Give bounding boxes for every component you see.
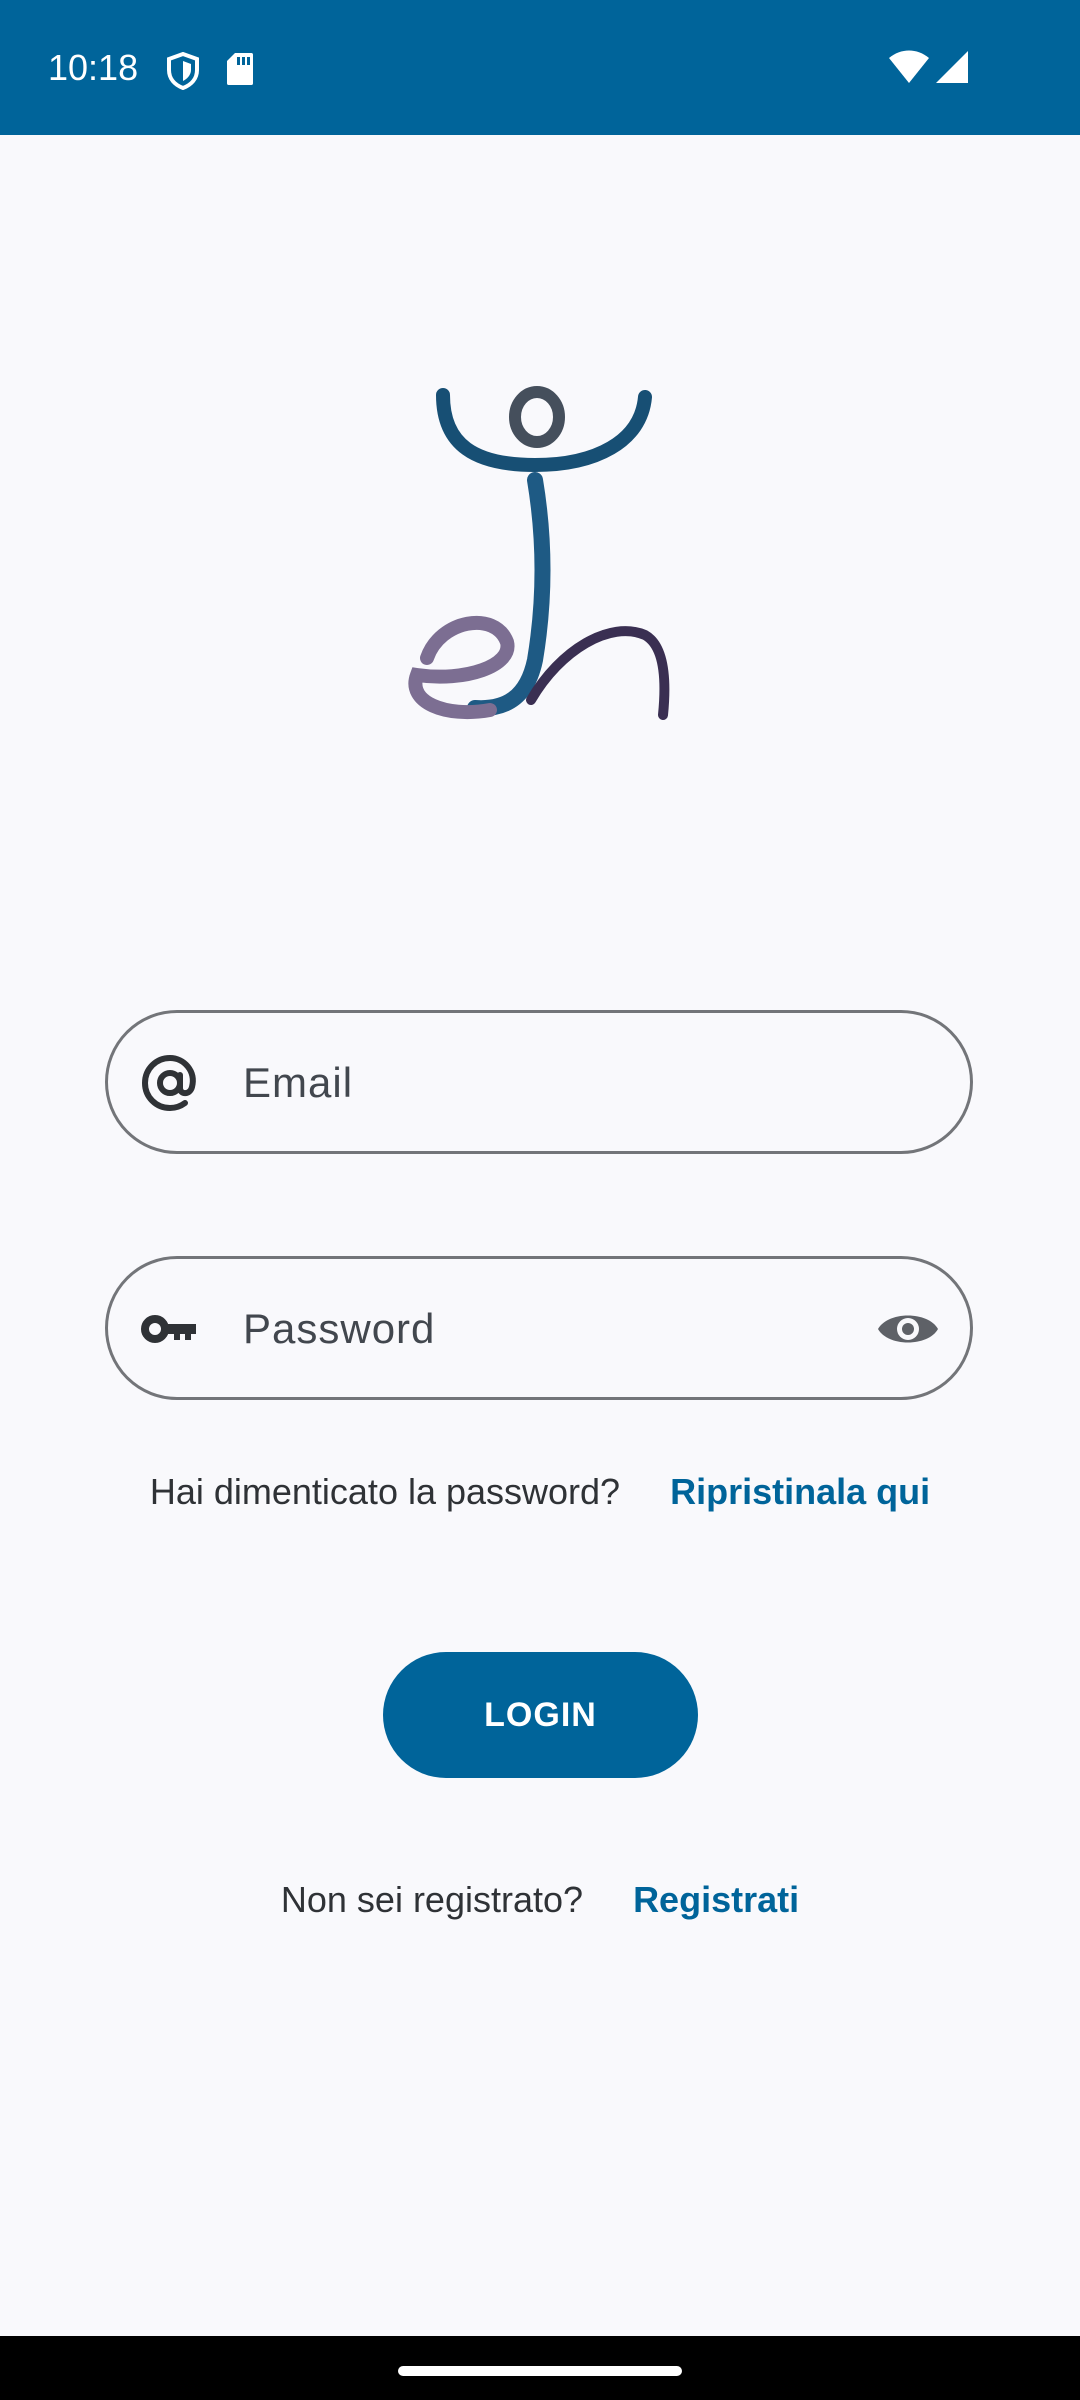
key-icon (141, 1315, 196, 1343)
register-row: Non sei registrato? Registrati (0, 1876, 1080, 1924)
email-field[interactable]: Email (105, 1010, 973, 1154)
login-button[interactable]: LOGIN (383, 1652, 698, 1778)
forgot-password-row: Hai dimenticato la password? Ripristinal… (0, 1468, 1080, 1516)
app-logo (408, 386, 670, 720)
password-field[interactable]: Password (105, 1256, 973, 1400)
at-sign-icon (141, 1054, 196, 1112)
register-link[interactable]: Registrati (633, 1879, 799, 1920)
wifi-icon (889, 50, 929, 83)
email-placeholder: Email (243, 1059, 354, 1106)
navigation-bar (0, 2336, 1080, 2400)
home-gesture-handle[interactable] (398, 2366, 682, 2376)
eye-icon[interactable] (876, 1297, 940, 1361)
register-prompt-text: Non sei registrato? (280, 1879, 584, 1920)
sd-card-icon (227, 53, 253, 85)
cell-signal-icon (936, 51, 968, 83)
status-time: 10:18 (48, 47, 139, 88)
status-bar: 10:18 (0, 0, 1080, 135)
forgot-password-text: Hai dimenticato la password? (149, 1471, 621, 1512)
password-placeholder: Password (243, 1305, 436, 1352)
reset-password-link[interactable]: Ripristinala qui (670, 1471, 930, 1512)
shield-icon (167, 52, 199, 90)
